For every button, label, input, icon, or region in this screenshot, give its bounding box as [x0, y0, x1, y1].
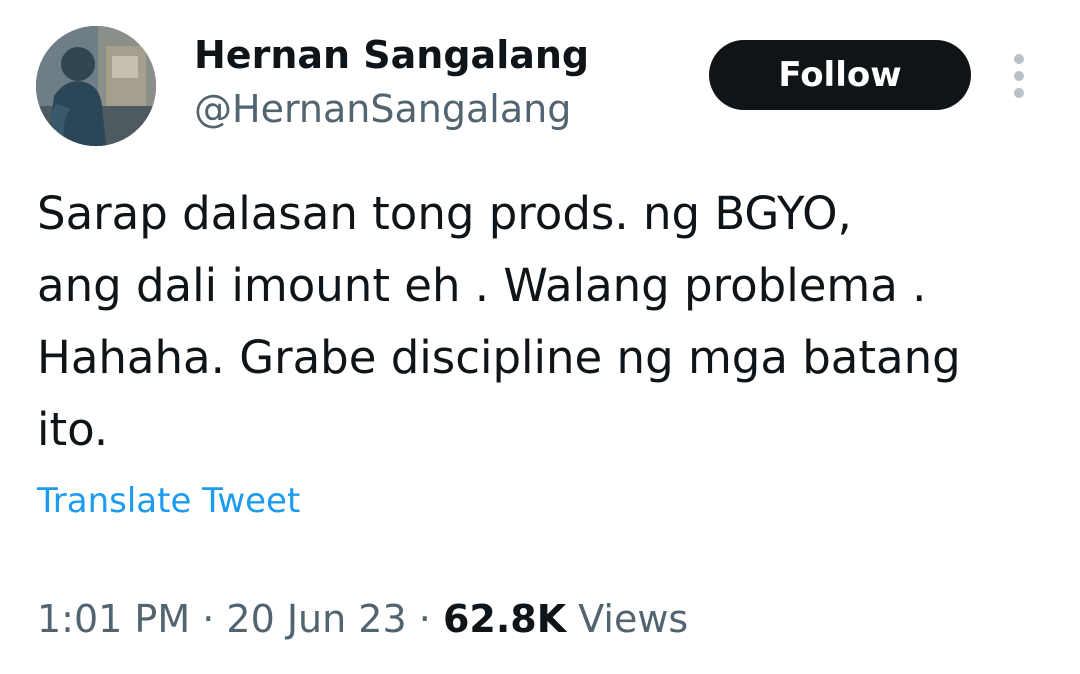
avatar[interactable]	[36, 26, 156, 146]
more-dot	[1014, 54, 1024, 64]
more-dot	[1014, 88, 1024, 98]
more-dot	[1014, 71, 1024, 81]
tweet-line: ang dali imount eh . Walang problema .	[37, 259, 927, 312]
tweet-time[interactable]: 1:01 PM	[37, 597, 190, 641]
tweet-line: Hahaha. Grabe discipline ng mga batang	[37, 331, 961, 384]
tweet-meta: 1:01 PM · 20 Jun 23 · 62.8K Views	[37, 592, 688, 646]
translate-tweet-link[interactable]: Translate Tweet	[37, 476, 300, 526]
tweet-line: ito.	[37, 403, 109, 456]
views-label: Views	[578, 597, 689, 641]
tweet-date[interactable]: 20 Jun 23	[226, 597, 406, 641]
avatar-image	[36, 26, 156, 146]
tweet-line: Sarap dalasan tong prods. ng BGYO,	[37, 187, 852, 240]
views-count: 62.8K	[442, 597, 567, 641]
more-options-icon[interactable]	[1004, 54, 1034, 98]
meta-separator: ·	[418, 597, 431, 641]
author-display-name[interactable]: Hernan Sangalang	[194, 30, 589, 80]
follow-button[interactable]: Follow	[709, 40, 971, 110]
tweet-text: Sarap dalasan tong prods. ng BGYO, ang d…	[37, 178, 1057, 466]
author-handle[interactable]: @HernanSangalang	[194, 84, 571, 134]
meta-separator: ·	[202, 597, 215, 641]
